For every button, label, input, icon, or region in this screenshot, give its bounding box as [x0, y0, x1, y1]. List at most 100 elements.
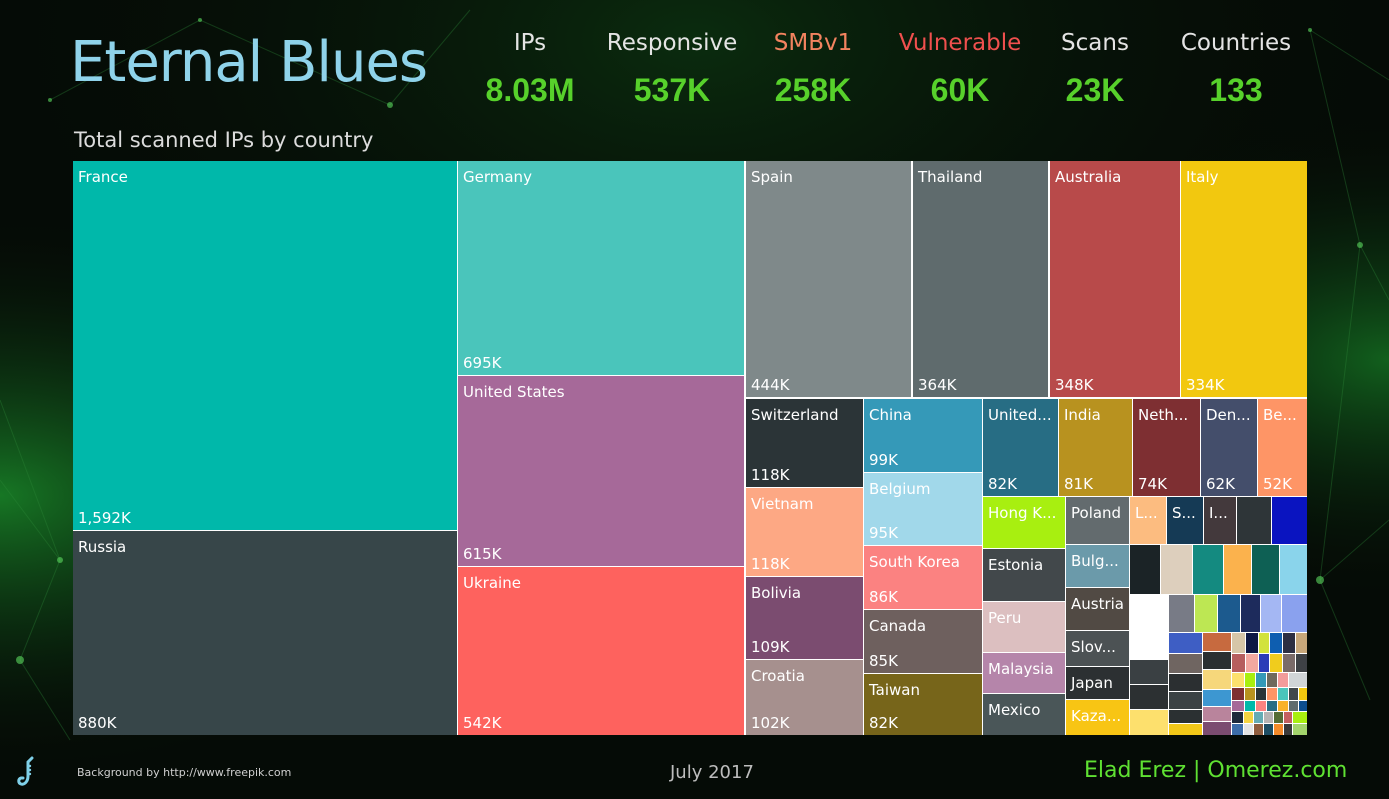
- treemap-cell-small[interactable]: [1237, 497, 1271, 544]
- treemap-cell-taiwan[interactable]: Taiwan 82K: [864, 674, 982, 735]
- treemap-cell-small[interactable]: [1246, 633, 1258, 653]
- treemap-cell-switzerland[interactable]: Switzerland 118K: [746, 399, 863, 487]
- treemap-cell-small[interactable]: [1169, 692, 1202, 709]
- treemap-cell-small[interactable]: [1284, 724, 1292, 735]
- treemap-cell-small[interactable]: [1282, 595, 1307, 632]
- treemap-cell-small[interactable]: [1296, 633, 1307, 653]
- treemap-cell-small[interactable]: [1259, 654, 1269, 672]
- treemap-cell-kaza[interactable]: Kaza...: [1066, 700, 1129, 735]
- treemap-cell-l[interactable]: L...: [1130, 497, 1166, 544]
- treemap-cell-small[interactable]: [1293, 724, 1307, 735]
- treemap-cell-ukraine[interactable]: Ukraine 542K: [458, 567, 744, 735]
- treemap-cell-small[interactable]: [1195, 595, 1217, 632]
- treemap-cell-small[interactable]: [1232, 712, 1243, 723]
- treemap-cell-small[interactable]: [1267, 688, 1277, 700]
- treemap-cell-small[interactable]: [1264, 712, 1273, 723]
- treemap-cell-small[interactable]: [1203, 670, 1231, 689]
- treemap-cell-small[interactable]: [1267, 701, 1277, 711]
- treemap-cell-small[interactable]: [1203, 652, 1231, 669]
- treemap-cell-poland[interactable]: Poland: [1066, 497, 1129, 544]
- treemap-cell-small[interactable]: [1169, 654, 1202, 673]
- treemap-cell-small[interactable]: [1274, 724, 1283, 735]
- treemap-cell-united[interactable]: United... 82K: [983, 399, 1058, 496]
- treemap-cell-small[interactable]: [1272, 497, 1307, 544]
- treemap-cell-small[interactable]: [1254, 712, 1263, 723]
- treemap-cell-peru[interactable]: Peru: [983, 602, 1065, 652]
- treemap-cell-india[interactable]: India 81K: [1059, 399, 1132, 496]
- treemap-cell-small[interactable]: [1245, 688, 1255, 700]
- treemap-cell-small[interactable]: [1161, 545, 1192, 594]
- treemap-cell-malaysia[interactable]: Malaysia: [983, 653, 1065, 693]
- treemap-cell-japan[interactable]: Japan: [1066, 667, 1129, 699]
- treemap-cell-small[interactable]: [1293, 712, 1307, 723]
- treemap-cell-austria[interactable]: Austria: [1066, 588, 1129, 630]
- treemap-cell-den[interactable]: Den... 62K: [1201, 399, 1257, 496]
- treemap-cell-hong-k[interactable]: Hong K...: [983, 497, 1065, 548]
- treemap-cell-small[interactable]: [1169, 724, 1202, 735]
- treemap-cell-small[interactable]: [1270, 654, 1282, 672]
- treemap-cell-canada[interactable]: Canada 85K: [864, 610, 982, 673]
- treemap-cell-small[interactable]: [1244, 724, 1253, 735]
- treemap-cell-small[interactable]: [1224, 545, 1251, 594]
- treemap-cell-small[interactable]: [1246, 654, 1258, 672]
- treemap-cell-small[interactable]: [1283, 633, 1295, 653]
- treemap-cell-thailand[interactable]: Thailand 364K: [913, 161, 1048, 397]
- treemap-cell-small[interactable]: [1289, 688, 1298, 700]
- treemap-cell-mexico[interactable]: Mexico: [983, 694, 1065, 735]
- treemap-cell-small[interactable]: [1278, 688, 1288, 700]
- treemap-cell-small[interactable]: [1169, 674, 1202, 691]
- treemap-cell-italy[interactable]: Italy 334K: [1181, 161, 1307, 397]
- treemap-cell-small[interactable]: [1130, 685, 1168, 709]
- treemap-cell-small[interactable]: [1267, 673, 1277, 687]
- treemap-cell-germany[interactable]: Germany 695K: [458, 161, 744, 375]
- treemap-cell-small[interactable]: [1261, 595, 1281, 632]
- treemap-cell-small[interactable]: [1203, 707, 1231, 721]
- treemap-cell-small[interactable]: [1296, 654, 1307, 672]
- treemap-cell-small[interactable]: [1284, 712, 1292, 723]
- treemap-cell-s[interactable]: S...: [1167, 497, 1203, 544]
- treemap-cell-france[interactable]: France 1,592K: [73, 161, 457, 530]
- treemap-cell-estonia[interactable]: Estonia: [983, 549, 1065, 601]
- treemap-cell-neth[interactable]: Neth... 74K: [1133, 399, 1200, 496]
- treemap-cell-small[interactable]: [1245, 673, 1255, 687]
- treemap-cell-australia[interactable]: Australia 348K: [1050, 161, 1180, 397]
- treemap-cell-small[interactable]: [1169, 595, 1194, 632]
- treemap-cell-vietnam[interactable]: Vietnam 118K: [746, 488, 863, 576]
- treemap-cell-small[interactable]: [1244, 712, 1253, 723]
- treemap-cell-small[interactable]: [1130, 660, 1168, 684]
- treemap-cell-small[interactable]: [1203, 722, 1231, 735]
- treemap-cell-small[interactable]: [1289, 701, 1298, 711]
- treemap-cell-small[interactable]: [1299, 701, 1307, 711]
- treemap-cell-small[interactable]: [1280, 545, 1307, 594]
- treemap-cell-small[interactable]: [1130, 545, 1160, 594]
- treemap-cell-bolivia[interactable]: Bolivia 109K: [746, 577, 863, 659]
- treemap-cell-small[interactable]: [1274, 712, 1283, 723]
- treemap-cell-small[interactable]: [1232, 724, 1243, 735]
- treemap-cell-be[interactable]: Be... 52K: [1258, 399, 1307, 496]
- treemap-cell-belgium[interactable]: Belgium 95K: [864, 473, 982, 545]
- treemap-cell-small[interactable]: [1264, 724, 1273, 735]
- treemap-cell-small[interactable]: [1232, 701, 1244, 711]
- treemap-cell-small[interactable]: [1232, 688, 1244, 700]
- treemap-cell-small[interactable]: [1232, 673, 1244, 687]
- treemap-cell-small[interactable]: [1254, 724, 1263, 735]
- treemap-cell-small[interactable]: [1241, 595, 1260, 632]
- treemap-cell-russia[interactable]: Russia 880K: [73, 531, 457, 735]
- treemap-cell-small[interactable]: [1130, 710, 1168, 735]
- treemap-cell-small[interactable]: [1193, 545, 1223, 594]
- treemap-cell-i[interactable]: I...: [1204, 497, 1236, 544]
- treemap-cell-small[interactable]: [1245, 701, 1255, 711]
- treemap-cell-small[interactable]: [1169, 633, 1202, 653]
- treemap-cell-small[interactable]: [1256, 673, 1266, 687]
- treemap-cell-bulg[interactable]: Bulg...: [1066, 545, 1129, 587]
- treemap-cell-small[interactable]: [1169, 710, 1202, 723]
- treemap-cell-small[interactable]: [1278, 701, 1288, 711]
- treemap-cell-small[interactable]: [1218, 595, 1240, 632]
- treemap-cell-small[interactable]: [1203, 633, 1231, 651]
- treemap-cell-small[interactable]: [1256, 701, 1266, 711]
- treemap-cell-croatia[interactable]: Croatia 102K: [746, 660, 863, 735]
- treemap-cell-small[interactable]: [1289, 673, 1307, 687]
- treemap-cell-spain[interactable]: Spain 444K: [746, 161, 911, 397]
- treemap-cell-small[interactable]: [1232, 633, 1245, 653]
- treemap-cell-small[interactable]: [1270, 633, 1282, 653]
